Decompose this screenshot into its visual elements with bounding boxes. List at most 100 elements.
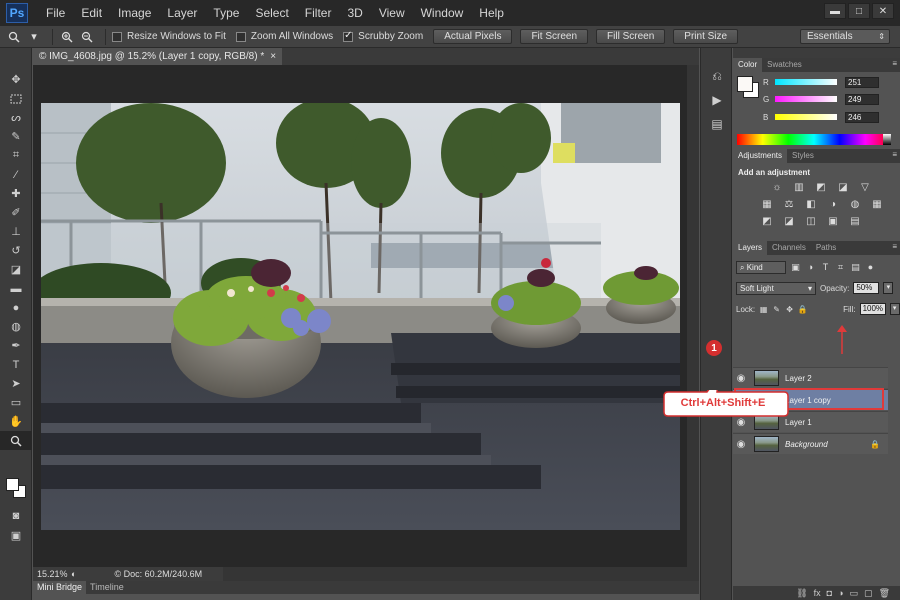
- zoom-tool-icon[interactable]: [6, 29, 22, 45]
- layer-style-icon[interactable]: fx: [814, 588, 821, 598]
- brightness-contrast-icon[interactable]: ☼: [770, 181, 784, 194]
- threshold-icon[interactable]: ◫: [804, 215, 818, 228]
- color-spectrum-bar[interactable]: [737, 134, 891, 145]
- gradient-fill-icon[interactable]: ▤: [848, 215, 862, 228]
- selective-color-icon[interactable]: ▣: [826, 215, 840, 228]
- tab-channels[interactable]: Channels: [767, 241, 811, 255]
- zoom-level[interactable]: 15.21%: [33, 569, 69, 579]
- actions-play-icon[interactable]: ▶: [701, 88, 733, 112]
- curves-icon[interactable]: ◩: [814, 181, 828, 194]
- tab-layers[interactable]: Layers: [733, 241, 768, 255]
- tab-color[interactable]: Color: [733, 58, 763, 72]
- levels-icon[interactable]: ▥: [792, 181, 806, 194]
- tool-preset-dropdown-icon[interactable]: ▾: [26, 29, 42, 45]
- quick-mask-icon[interactable]: ◙: [0, 506, 32, 525]
- menu-type[interactable]: Type: [205, 0, 247, 26]
- new-layer-icon[interactable]: ▢: [864, 588, 873, 599]
- pixel-filter-icon[interactable]: ▣: [790, 262, 801, 273]
- tab-styles[interactable]: Styles: [787, 149, 819, 163]
- close-button[interactable]: ✕: [872, 3, 894, 19]
- checkbox-box[interactable]: [235, 31, 246, 42]
- visibility-eye-icon[interactable]: ◉: [733, 368, 749, 389]
- marquee-tool-icon[interactable]: [0, 89, 32, 108]
- lock-image-icon[interactable]: ✎: [772, 305, 781, 314]
- posterize-icon[interactable]: ◪: [782, 215, 796, 228]
- lasso-tool-icon[interactable]: ᔕ: [0, 108, 32, 127]
- delete-layer-icon[interactable]: 🗑: [879, 588, 890, 599]
- green-slider[interactable]: [775, 96, 837, 102]
- tab-paths[interactable]: Paths: [811, 241, 841, 255]
- blend-mode-select[interactable]: Soft Light ▾: [736, 281, 816, 295]
- path-selection-tool-icon[interactable]: ➤: [0, 374, 32, 393]
- history-icon[interactable]: ⎌: [701, 64, 733, 88]
- menu-image[interactable]: Image: [110, 0, 159, 26]
- layer-row-background[interactable]: ◉ Background 🔒: [733, 433, 888, 454]
- tab-timeline[interactable]: Timeline: [86, 581, 128, 594]
- type-filter-icon[interactable]: T: [820, 262, 831, 273]
- shape-filter-icon[interactable]: ⌗: [835, 262, 846, 273]
- print-size-button[interactable]: Print Size: [673, 29, 739, 44]
- black-white-ramp[interactable]: [883, 134, 891, 145]
- link-layers-icon[interactable]: ⛓: [796, 588, 807, 599]
- tab-mini-bridge[interactable]: Mini Bridge: [33, 581, 87, 594]
- menu-help[interactable]: Help: [471, 0, 512, 26]
- rectangle-tool-icon[interactable]: ▭: [0, 393, 32, 412]
- green-value-field[interactable]: 249: [845, 93, 879, 105]
- scrubby-zoom-checkbox[interactable]: Scrubby Zoom: [343, 30, 423, 42]
- layer-row-layer-2[interactable]: ◉ Layer 2: [733, 367, 888, 388]
- healing-brush-tool-icon[interactable]: ✚: [0, 184, 32, 203]
- panel-menu-icon[interactable]: ≡: [892, 59, 897, 68]
- panel-menu-icon[interactable]: ≡: [892, 242, 897, 251]
- blur-tool-icon[interactable]: ●: [0, 298, 32, 317]
- hand-tool-icon[interactable]: ✋: [0, 412, 32, 431]
- black-white-icon[interactable]: ◑: [826, 198, 840, 211]
- blue-slider[interactable]: [775, 114, 837, 120]
- add-mask-icon[interactable]: ◘: [827, 588, 832, 598]
- actual-pixels-button[interactable]: Actual Pixels: [433, 29, 513, 44]
- menu-edit[interactable]: Edit: [73, 0, 110, 26]
- layer-thumbnail[interactable]: [754, 370, 779, 386]
- eyedropper-tool-icon[interactable]: ⁄: [0, 165, 32, 184]
- resize-windows-checkbox[interactable]: Resize Windows to Fit: [112, 31, 226, 42]
- type-tool-icon[interactable]: T: [0, 355, 32, 374]
- zoom-tool-icon[interactable]: [0, 431, 32, 450]
- fill-field[interactable]: 100%: [859, 303, 886, 315]
- exposure-icon[interactable]: ◪: [836, 181, 850, 194]
- clone-stamp-tool-icon[interactable]: ⊥: [0, 222, 32, 241]
- fit-screen-button[interactable]: Fit Screen: [520, 29, 589, 44]
- close-tab-icon[interactable]: ×: [270, 48, 276, 65]
- invert-icon[interactable]: ◩: [760, 215, 774, 228]
- fill-dropdown-icon[interactable]: ▾: [889, 303, 900, 315]
- horizontal-scrollbar[interactable]: [223, 567, 699, 581]
- vertical-scrollbar[interactable]: [687, 65, 699, 579]
- color-swatches[interactable]: [6, 478, 28, 500]
- menu-3d[interactable]: 3D: [339, 0, 370, 26]
- panel-menu-icon[interactable]: ≡: [892, 150, 897, 159]
- eraser-tool-icon[interactable]: ◪: [0, 260, 32, 279]
- zoom-all-windows-checkbox[interactable]: Zoom All Windows: [235, 31, 333, 42]
- kind-filter-select[interactable]: ⌕ Kind: [736, 260, 786, 274]
- workspace-select[interactable]: Essentials ⇕: [800, 29, 890, 44]
- properties-icon[interactable]: ▤: [701, 112, 733, 136]
- foreground-color-chip[interactable]: [737, 76, 753, 92]
- adjustment-layer-icon[interactable]: ◑: [838, 588, 843, 598]
- tab-adjustments[interactable]: Adjustments: [733, 149, 788, 163]
- red-value-field[interactable]: 251: [845, 76, 879, 88]
- photo-filter-icon[interactable]: ◍: [848, 198, 862, 211]
- smart-object-filter-icon[interactable]: ▤: [850, 262, 861, 273]
- tab-swatches[interactable]: Swatches: [762, 58, 807, 72]
- menu-select[interactable]: Select: [247, 0, 296, 26]
- blue-value-field[interactable]: 246: [845, 111, 879, 123]
- maximize-button[interactable]: □: [848, 3, 870, 19]
- quick-selection-tool-icon[interactable]: ✎: [0, 127, 32, 146]
- menu-window[interactable]: Window: [413, 0, 472, 26]
- document-info[interactable]: © Doc: 60.2M/240.6M: [114, 569, 202, 579]
- pen-tool-icon[interactable]: ✒: [0, 336, 32, 355]
- vibrance-icon[interactable]: ▦: [760, 198, 774, 211]
- lock-all-icon[interactable]: 🔒: [798, 305, 808, 314]
- document-tab[interactable]: © IMG_4608.jpg @ 15.2% (Layer 1 copy, RG…: [33, 48, 283, 65]
- gradient-tool-icon[interactable]: ▬: [0, 279, 32, 298]
- lock-position-icon[interactable]: ✥: [785, 305, 794, 314]
- adjustment-filter-icon[interactable]: ◑: [805, 262, 816, 273]
- minimize-button[interactable]: ▬: [824, 3, 846, 19]
